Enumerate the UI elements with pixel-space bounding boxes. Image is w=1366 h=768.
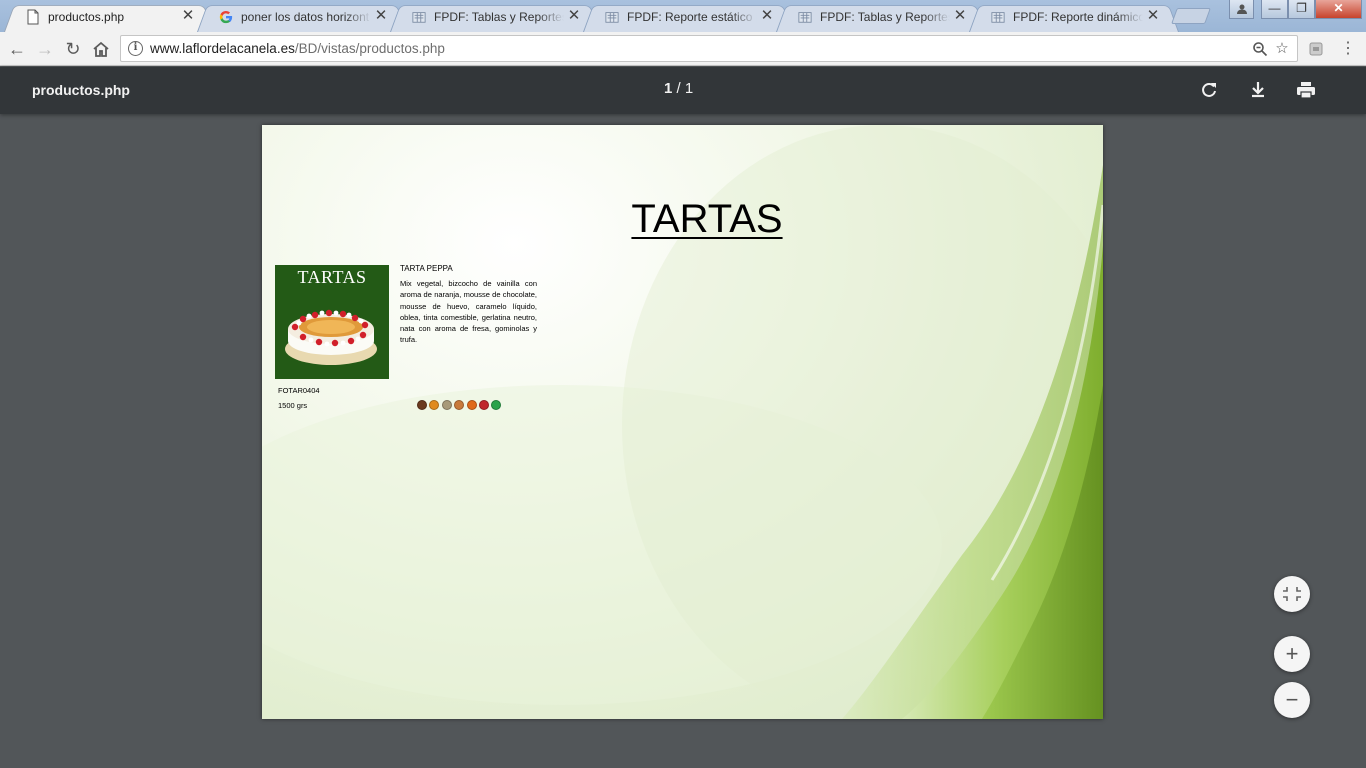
product-description: Mix vegetal, bizcocho de vainilla con ar…: [400, 279, 537, 345]
address-bar[interactable]: i www.laflordelacanela.es/BD/vistas/prod…: [120, 35, 1298, 62]
product-image: TARTAS: [275, 265, 389, 379]
minus-icon: −: [1285, 687, 1299, 712]
profile-icon[interactable]: [1229, 0, 1254, 19]
pdf-toolbar: productos.php 1 / 1: [0, 67, 1366, 114]
reload-icon[interactable]: ↻: [61, 37, 85, 61]
allergen-icon: [441, 400, 452, 410]
close-tab-icon[interactable]: ✕: [180, 8, 196, 24]
fpdf-icon: [798, 12, 812, 23]
tab-strip: productos.php ✕ poner los datos horizont…: [0, 0, 1366, 32]
new-tab-button[interactable]: [1171, 8, 1211, 24]
fit-to-page-button[interactable]: [1274, 576, 1310, 612]
print-icon[interactable]: [1294, 78, 1318, 102]
bookmark-star-icon[interactable]: ☆: [1272, 39, 1292, 59]
pdf-filename: productos.php: [32, 82, 130, 98]
url-text: www.laflordelacanela.es/BD/vistas/produc…: [150, 41, 445, 56]
product-name: TARTA PEPPA: [400, 264, 453, 273]
allergen-icon: [417, 400, 427, 410]
close-window-button[interactable]: ✕: [1315, 0, 1362, 19]
zoom-icon[interactable]: [1250, 39, 1270, 59]
tab-productos[interactable]: productos.php ✕: [4, 2, 214, 32]
fit-page-icon: [1283, 587, 1301, 601]
zoom-in-button[interactable]: +: [1274, 636, 1310, 672]
tab-fpdf-tablas[interactable]: FPDF: Tablas y Reportes ✕: [390, 2, 600, 32]
document-title: TARTAS: [631, 197, 783, 241]
page-total: 1: [684, 80, 694, 97]
close-tab-icon[interactable]: ✕: [373, 8, 389, 24]
fpdf-icon: [605, 12, 619, 23]
allergen-icon: [466, 400, 477, 410]
tab-google-search[interactable]: poner los datos horizont ✕: [197, 2, 407, 32]
allergen-icons: [417, 400, 502, 410]
zoom-out-button[interactable]: −: [1274, 682, 1310, 718]
close-tab-icon[interactable]: ✕: [952, 8, 968, 24]
tab-title: FPDF: Reporte dinámico: [1013, 10, 1143, 24]
extension-icon[interactable]: [1304, 37, 1328, 61]
allergen-icon: [429, 400, 440, 410]
close-tab-icon[interactable]: ✕: [566, 8, 582, 24]
page-indicator: 1 / 1: [664, 80, 694, 97]
home-icon[interactable]: [89, 37, 113, 61]
tab-fpdf-dinamico[interactable]: FPDF: Reporte dinámico ✕: [969, 2, 1179, 32]
restore-button[interactable]: ❐: [1288, 0, 1315, 19]
product-code: FOTAR0404: [278, 386, 320, 395]
site-info-icon[interactable]: i: [128, 41, 143, 56]
tab-title: FPDF: Tablas y Reportes: [820, 10, 950, 24]
close-tab-icon[interactable]: ✕: [1145, 8, 1161, 24]
allergen-icon: [491, 400, 502, 410]
cake-illustration: [285, 309, 377, 365]
allergen-icon: [478, 400, 489, 410]
close-tab-icon[interactable]: ✕: [759, 8, 775, 24]
tab-title: FPDF: Reporte estático |: [627, 10, 757, 24]
pdf-page: TARTAS TARTAS TARTA PEPPA Mix vegetal, b…: [262, 125, 1103, 719]
allergen-icon: [454, 400, 465, 410]
forward-icon[interactable]: →: [33, 37, 57, 61]
minimize-button[interactable]: —: [1261, 0, 1288, 19]
plus-icon: +: [1285, 641, 1299, 666]
back-icon[interactable]: ←: [5, 37, 29, 61]
menu-icon[interactable]: ⋮: [1336, 37, 1360, 61]
tab-title: FPDF: Tablas y Reportes: [434, 10, 564, 24]
page-icon: [27, 9, 39, 25]
fpdf-icon: [991, 12, 1005, 23]
tab-title: productos.php: [48, 10, 125, 24]
page-current[interactable]: 1: [664, 80, 672, 97]
tab-fpdf-estatico[interactable]: FPDF: Reporte estático | ✕: [583, 2, 793, 32]
tab-fpdf-tablas-2[interactable]: FPDF: Tablas y Reportes ✕: [776, 2, 986, 32]
product-weight: 1500 grs: [278, 401, 308, 410]
tab-title: poner los datos horizont: [241, 10, 370, 24]
browser-toolbar: ← → ↻ i www.laflordelacanela.es/BD/vista…: [0, 32, 1366, 66]
download-icon[interactable]: [1246, 78, 1270, 102]
google-icon: [219, 10, 233, 24]
fpdf-icon: [412, 12, 426, 23]
rotate-icon[interactable]: [1197, 78, 1221, 102]
